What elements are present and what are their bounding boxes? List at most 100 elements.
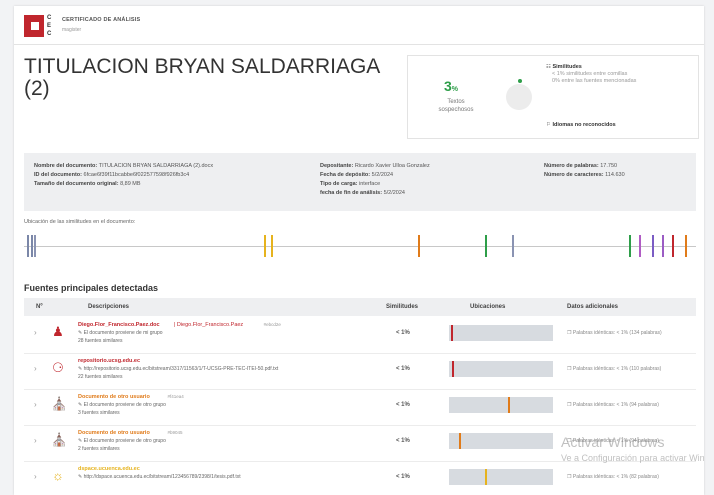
- location-marker: [452, 361, 455, 377]
- distribution-mark[interactable]: [628, 235, 631, 257]
- location-bar: [449, 361, 553, 377]
- source-title[interactable]: Documento de otro usuario: [78, 430, 150, 436]
- meta-row: Número de palabras: 17.750: [544, 162, 625, 171]
- meta-label: Depositante:: [320, 163, 354, 169]
- source-row[interactable]: › ⛪ Documento de otro usuario #f41ea4 ✎ El d…: [24, 389, 696, 426]
- distribution-mark[interactable]: [27, 235, 30, 257]
- source-description-text: http://repositorio.ucsg.edu.ec/bitstream…: [83, 366, 279, 372]
- distribution-axis: [24, 246, 696, 247]
- location-marker: [508, 397, 511, 413]
- location-bar: [449, 433, 553, 449]
- meta-row: Fecha de depósito: 5/2/2024: [320, 171, 430, 180]
- source-description-text: El documento proviene de otro grupo: [83, 402, 166, 408]
- similar-sources-count[interactable]: 3 fuentes similares: [78, 410, 120, 416]
- distribution-mark[interactable]: [671, 235, 674, 257]
- institution-icon: ⛪: [51, 432, 68, 447]
- source-description: ✎ El documento proviene de mi grupo: [78, 330, 163, 336]
- meta-label: Número de palabras:: [544, 163, 599, 169]
- distribution-mark[interactable]: [30, 235, 33, 257]
- expand-chevron-icon[interactable]: ›: [34, 472, 37, 481]
- source-description-text: El documento proviene de otro grupo: [83, 438, 166, 444]
- additional-data-text: Palabras idénticas: < 1% (134 palabras): [572, 330, 662, 336]
- source-title[interactable]: Diego.Flor_Francisco.Paez.doc: [78, 322, 160, 328]
- source-row[interactable]: › ♟ Diego.Flor_Francisco.Paez.doc | Diego.F…: [24, 317, 696, 354]
- suspect-label: Textos sospechosos: [438, 99, 474, 113]
- similarity-value: < 1%: [396, 474, 410, 480]
- distribution-mark[interactable]: [264, 235, 267, 257]
- meta-label: Tipo de carga:: [320, 181, 358, 187]
- similar-sources-count[interactable]: 28 fuentes similares: [78, 338, 122, 344]
- distribution-mark[interactable]: [271, 235, 274, 257]
- similarity-value: < 1%: [396, 366, 410, 372]
- additional-data: ❐ Palabras idénticas: < 1% (82 palabras): [567, 474, 659, 480]
- document-icon: ✎: [78, 330, 83, 336]
- col-additional: Datos adicionales: [567, 304, 619, 310]
- stats-panel: 3% Textos sospechosos ☷ Similitudes < 1%…: [407, 55, 699, 139]
- document-icon: ✎: [78, 438, 83, 444]
- distribution-mark[interactable]: [685, 235, 688, 257]
- location-bar: [449, 397, 553, 413]
- source-extra[interactable]: | Diego.Flor_Francisco.Paez: [174, 322, 243, 328]
- similar-sources-count[interactable]: 2 fuentes similares: [78, 446, 120, 452]
- source-title[interactable]: repositorio.ucsg.edu.ec: [78, 358, 140, 364]
- meta-col-2: Depositante: Ricardo Xavier Ulloa Gonzal…: [320, 162, 430, 198]
- source-title[interactable]: Documento de otro usuario: [78, 394, 150, 400]
- expand-chevron-icon[interactable]: ›: [34, 328, 37, 337]
- distribution-mark[interactable]: [661, 235, 664, 257]
- windows-watermark-title: Activar Windows: [561, 434, 665, 450]
- institution-icon: ⛪: [51, 396, 68, 411]
- copy-icon: ❐: [567, 330, 572, 336]
- distribution-mark[interactable]: [651, 235, 654, 257]
- similarity-value: < 1%: [396, 438, 410, 444]
- source-row[interactable]: › ⚆ repositorio.ucsg.edu.ec ✎ http://reposi…: [24, 353, 696, 390]
- expand-chevron-icon[interactable]: ›: [34, 364, 37, 373]
- location-marker: [451, 325, 454, 341]
- certificate-title: CERTIFICADO DE ANÁLISIS: [62, 17, 141, 23]
- distribution-mark[interactable]: [418, 235, 421, 257]
- source-tag: #f41ea4: [167, 394, 184, 399]
- unrecognized-row: ⚐ Idiomas no reconocidos: [546, 122, 616, 129]
- brand-logo: [24, 15, 44, 37]
- additional-data-text: Palabras idénticas: < 1% (82 palabras): [572, 474, 659, 480]
- document-icon: ✎: [78, 474, 83, 480]
- similar-sources-count[interactable]: 22 fuentes similares: [78, 374, 122, 380]
- section-title: Fuentes principales detectadas: [24, 283, 159, 293]
- meta-label: Nombre del documento:: [34, 163, 98, 169]
- meta-row: fecha de fin de análisis: 5/2/2024: [320, 189, 430, 198]
- lightbulb-icon: ☼: [52, 468, 64, 483]
- expand-chevron-icon[interactable]: ›: [34, 400, 37, 409]
- distribution-mark[interactable]: [511, 235, 514, 257]
- source-description: ✎ http://dspace.ucuenca.edu.ec/bitstream…: [78, 474, 241, 480]
- distribution-mark[interactable]: [34, 235, 37, 257]
- source-title[interactable]: dspace.ucuenca.edu.ec: [78, 466, 140, 472]
- meta-label: Tamaño del documento original:: [34, 181, 119, 187]
- col-locations: Ubicaciones: [470, 304, 506, 310]
- similarities-sub1: < 1% similitudes entre comillas: [552, 71, 628, 77]
- col-number: Nº: [36, 304, 43, 310]
- meta-value: Ricardo Xavier Ulloa Gonzalez: [354, 163, 430, 169]
- document-meta: Nombre del documento: TITULACION BRYAN S…: [24, 153, 696, 211]
- meta-col-3: Número de palabras: 17.750 Número de car…: [544, 162, 625, 180]
- meta-label: ID del documento:: [34, 172, 82, 178]
- copy-icon: ❐: [567, 402, 572, 408]
- meta-value: 6fcae6f39f11bcabbe6f022577598f926fb3c4: [83, 172, 190, 178]
- donut-marker: [518, 79, 522, 83]
- distribution-mark[interactable]: [484, 235, 487, 257]
- location-marker: [484, 469, 487, 485]
- source-tag: #ebcd2e: [263, 322, 281, 327]
- percent-value: 3: [444, 78, 452, 94]
- source-row[interactable]: › ☼ dspace.ucuenca.edu.ec ✎ http://dspace.u…: [24, 461, 696, 495]
- meta-value: 17.750: [600, 163, 618, 169]
- meta-row: Tamaño del documento original: 8,89 MB: [34, 180, 213, 189]
- similarity-donut: [506, 84, 532, 110]
- document-icon: ✎: [78, 402, 83, 408]
- similarities-sub2: 0% entre las fuentes mencionadas: [552, 78, 637, 84]
- globe-icon: ⚆: [52, 360, 64, 375]
- distribution-mark[interactable]: [638, 235, 641, 257]
- col-descriptions: Descripciones: [88, 304, 130, 310]
- expand-chevron-icon[interactable]: ›: [34, 436, 37, 445]
- similarity-value: < 1%: [396, 402, 410, 408]
- logo-letter: C: [47, 15, 52, 21]
- additional-data-text: Palabras idénticas: < 1% (94 palabras): [572, 402, 659, 408]
- additional-data-text: Palabras idénticas: < 1% (110 palabras): [572, 366, 662, 372]
